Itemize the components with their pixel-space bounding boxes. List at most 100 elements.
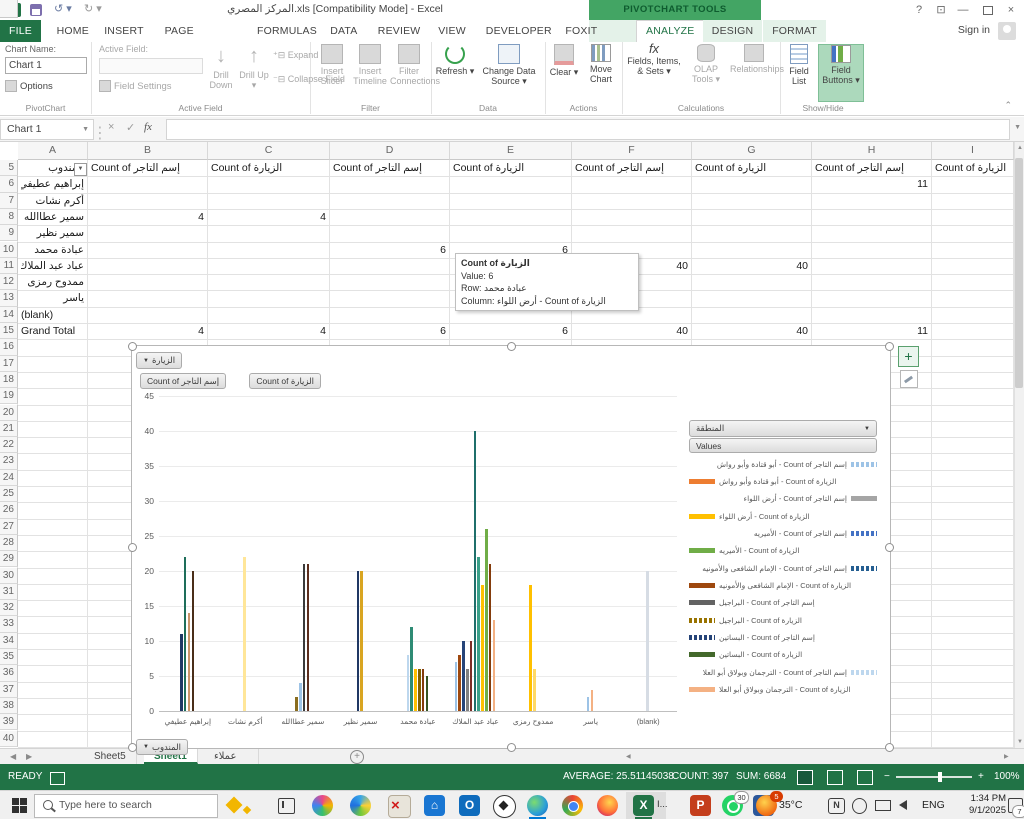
legend-item[interactable]: أرض اللواء - Count of إسم التاجر <box>689 491 877 507</box>
start-button[interactable] <box>12 798 27 813</box>
row-header-12[interactable]: 12 <box>0 274 18 290</box>
cell-E15[interactable]: 6 <box>453 324 568 338</box>
row-header-40[interactable]: 40 <box>0 731 18 747</box>
row-header-21[interactable]: 21 <box>0 421 18 437</box>
legend-item[interactable]: البراجيل - Count of الزيارة <box>689 612 877 628</box>
chart-styles-brush-button[interactable] <box>900 370 918 388</box>
chart-bar[interactable] <box>481 585 484 711</box>
cell-A8[interactable]: سمير عطاالله <box>21 210 84 224</box>
column-header-D[interactable]: D <box>330 142 450 160</box>
chart-elements-plus-button[interactable]: + <box>898 346 919 367</box>
row-header-36[interactable]: 36 <box>0 665 18 681</box>
row-header-38[interactable]: 38 <box>0 698 18 714</box>
cell-D15[interactable]: 6 <box>333 324 446 338</box>
sheet-tab-عملاء--المركز-المصرى-الحديث[interactable]: عملاء -المركز المصرى الحديث <box>204 749 259 764</box>
chart-value-field-button-0[interactable]: Count of إسم التاجر <box>140 373 226 389</box>
column-header-A[interactable]: A <box>18 142 88 160</box>
row-header-16[interactable]: 16 <box>0 339 18 355</box>
row-header-26[interactable]: 26 <box>0 502 18 518</box>
row-header-20[interactable]: 20 <box>0 405 18 421</box>
column-header-F[interactable]: F <box>572 142 692 160</box>
cell-E5[interactable]: Count of الزيارة <box>453 161 568 175</box>
chart-bar[interactable] <box>295 697 298 711</box>
column-header-B[interactable]: B <box>88 142 208 160</box>
hscroll-right-icon[interactable]: ▶ <box>1004 753 1009 760</box>
legend-item[interactable]: البساتين - Count of إسم التاجر <box>689 630 877 646</box>
macro-record-icon[interactable] <box>50 772 65 785</box>
row-header-25[interactable]: 25 <box>0 486 18 502</box>
notifications-icon[interactable]: 7 <box>1008 798 1023 813</box>
cell-F5[interactable]: Count of إسم التاجر <box>575 161 688 175</box>
row-header-9[interactable]: 9 <box>0 225 18 241</box>
taskbar-icon-sports[interactable] <box>493 795 516 818</box>
chart-axis-field-button[interactable]: ▼المندوب <box>136 739 188 755</box>
cell-H5[interactable]: Count of إسم التاجر <box>815 161 928 175</box>
row-header-35[interactable]: 35 <box>0 649 18 665</box>
tray-app-icon[interactable] <box>852 798 867 814</box>
row-header-19[interactable]: 19 <box>0 388 18 404</box>
taskbar-icon-dictionary-blocked[interactable]: × <box>388 795 411 818</box>
row-header-32[interactable]: 32 <box>0 600 18 616</box>
cell-A14[interactable]: (blank) <box>21 308 84 322</box>
column-header-H[interactable]: H <box>812 142 932 160</box>
cell-B8[interactable]: 4 <box>91 210 204 224</box>
taskbar-icon-edge[interactable] <box>527 795 548 816</box>
chart-bar[interactable] <box>243 557 246 711</box>
row-header-17[interactable]: 17 <box>0 356 18 372</box>
column-header-C[interactable]: C <box>208 142 330 160</box>
cell-G11[interactable]: 40 <box>695 259 808 273</box>
chart-bar[interactable] <box>493 620 496 711</box>
row-header-33[interactable]: 33 <box>0 616 18 632</box>
cell-B5[interactable]: Count of إسم التاجر <box>91 161 204 175</box>
cell-G5[interactable]: Count of الزيارة <box>695 161 808 175</box>
row-header-22[interactable]: 22 <box>0 437 18 453</box>
chart-bar[interactable] <box>587 697 590 711</box>
autofilter-dropdown-icon[interactable]: ▼ <box>74 163 87 176</box>
taskbar-icon-whatsapp[interactable]: 30 <box>722 795 743 816</box>
legend-item[interactable]: الترجمان وبولاق أبو العلا - Count of الز… <box>689 682 877 698</box>
vscroll-down-icon[interactable]: ▼ <box>1017 739 1023 745</box>
chart-bar[interactable] <box>188 613 191 711</box>
chart-bar[interactable] <box>357 571 360 711</box>
row-header-27[interactable]: 27 <box>0 519 18 535</box>
row-header-23[interactable]: 23 <box>0 453 18 469</box>
new-sheet-button[interactable]: + <box>350 750 364 764</box>
chart-bar[interactable] <box>410 627 413 711</box>
row-header-29[interactable]: 29 <box>0 551 18 567</box>
cell-D10[interactable]: 6 <box>333 243 446 257</box>
cell-A11[interactable]: عباد عبد الملاك <box>21 259 84 273</box>
taskbar-search-input[interactable]: Type here to search <box>34 794 218 818</box>
chart-bar[interactable] <box>477 557 480 711</box>
chart-bar[interactable] <box>360 571 363 711</box>
chart-selection-handle[interactable] <box>128 342 137 351</box>
row-header-34[interactable]: 34 <box>0 633 18 649</box>
chart-bar[interactable] <box>462 641 465 711</box>
legend-item[interactable]: أبو قتادة وأبو رواش - Count of الزيارة <box>689 473 877 489</box>
legend-item[interactable]: الأميريه - Count of إسم التاجر <box>689 525 877 541</box>
row-header-7[interactable]: 7 <box>0 193 18 209</box>
vscroll-up-icon[interactable]: ▲ <box>1017 145 1023 151</box>
chart-bar[interactable] <box>303 564 306 711</box>
chart-bar[interactable] <box>418 669 421 711</box>
cell-C5[interactable]: Count of الزيارة <box>211 161 326 175</box>
zoom-slider[interactable] <box>896 776 972 778</box>
cell-A6[interactable]: إبراهيم عطيفي <box>21 177 84 191</box>
cell-F15[interactable]: 40 <box>575 324 688 338</box>
row-header-39[interactable]: 39 <box>0 714 18 730</box>
select-all-corner[interactable] <box>0 0 18 18</box>
row-header-37[interactable]: 37 <box>0 682 18 698</box>
chart-bar[interactable] <box>414 669 417 711</box>
cell-A10[interactable]: عبادة محمد <box>21 243 84 257</box>
cell-C15[interactable]: 4 <box>211 324 326 338</box>
chart-selection-handle[interactable] <box>128 743 137 752</box>
cell-G15[interactable]: 40 <box>695 324 808 338</box>
cell-D5[interactable]: Count of إسم التاجر <box>333 161 446 175</box>
chart-filter-field-button[interactable]: ▼الزيارة <box>136 352 182 369</box>
chart-bar[interactable] <box>646 571 649 711</box>
temperature-label[interactable]: 35°C <box>779 799 802 811</box>
taskbar-icon-chrome[interactable] <box>562 795 583 816</box>
cell-A13[interactable]: ياسر <box>21 291 84 305</box>
row-header-18[interactable]: 18 <box>0 372 18 388</box>
cell-H6[interactable]: 11 <box>815 177 928 191</box>
row-header-13[interactable]: 13 <box>0 290 18 306</box>
